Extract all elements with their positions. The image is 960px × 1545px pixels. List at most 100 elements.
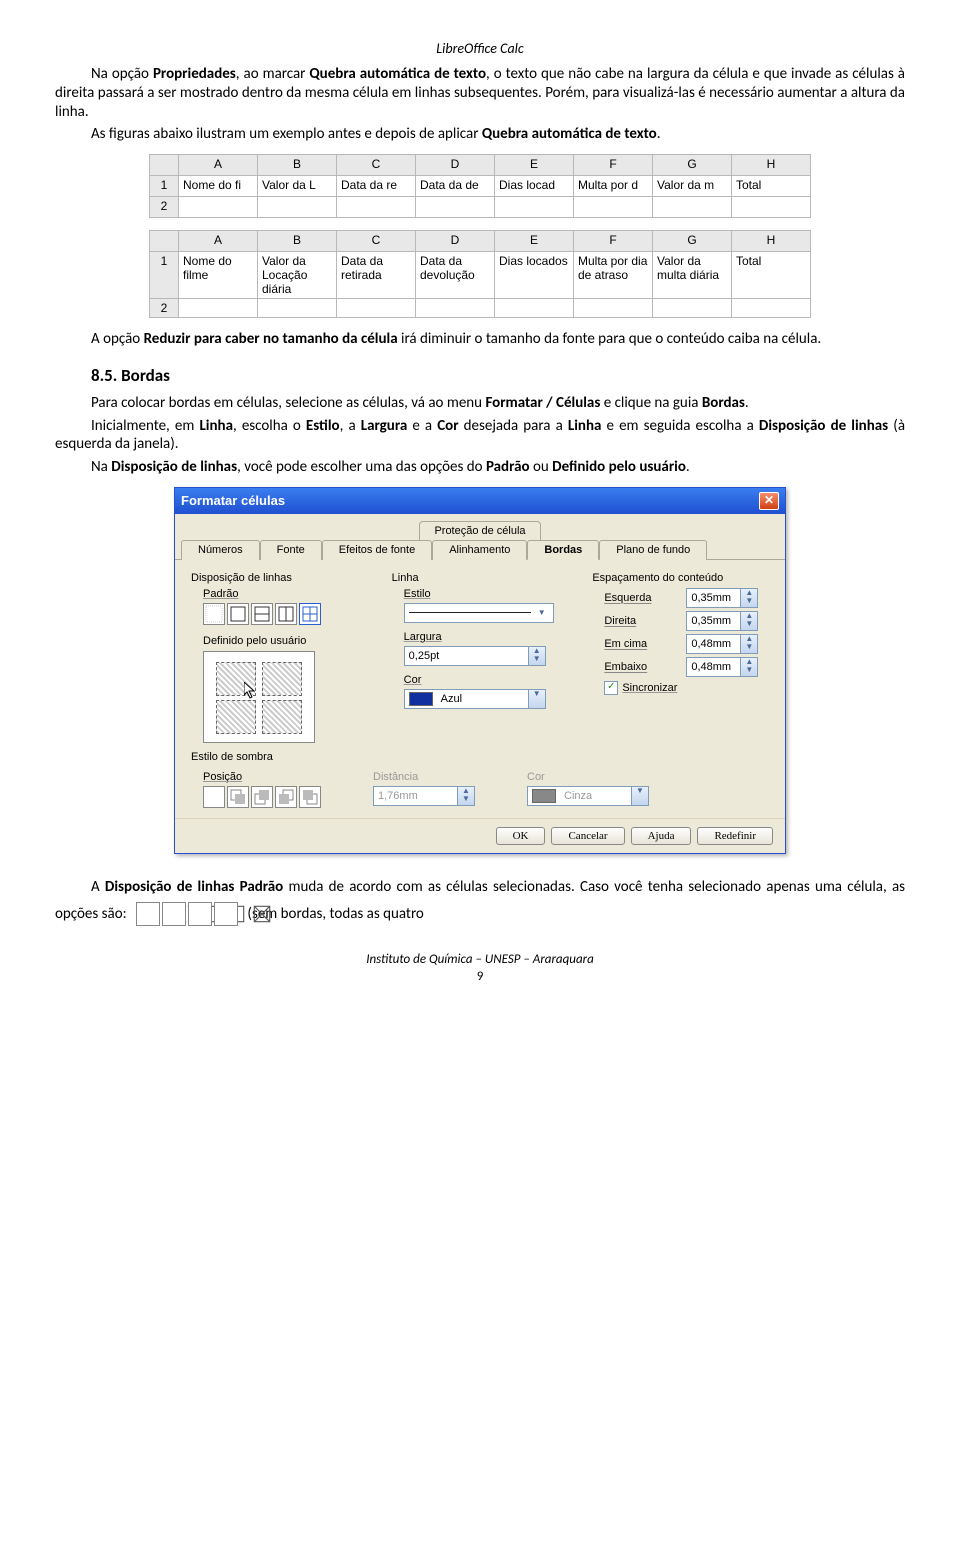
cursor-icon xyxy=(244,682,258,700)
col-header: E xyxy=(495,231,574,252)
preset-all-icon[interactable] xyxy=(299,603,321,625)
doc-header: LibreOffice Calc xyxy=(55,40,905,57)
tab-fonte[interactable]: Fonte xyxy=(260,540,322,560)
bottom-spinner[interactable]: 0,48mm▲▼ xyxy=(686,657,758,677)
text: e a xyxy=(407,417,437,435)
userdef-preview[interactable] xyxy=(203,651,315,743)
spinner-arrows-icon[interactable]: ▲▼ xyxy=(740,589,757,607)
cell: Multa por dia de atraso xyxy=(574,252,653,299)
right-spinner[interactable]: 0,35mm▲▼ xyxy=(686,611,758,631)
bold: Bordas xyxy=(702,394,745,412)
style-combo[interactable]: ▼ xyxy=(404,603,554,623)
bold: Disposição de linhas xyxy=(759,417,888,435)
help-button[interactable]: Ajuda xyxy=(631,827,692,845)
value: 1,76mm xyxy=(374,790,457,802)
close-icon[interactable]: ✕ xyxy=(759,492,779,510)
tab-protecao[interactable]: Proteção de célula xyxy=(419,521,540,540)
label-esquerda: Esquerda xyxy=(604,592,664,604)
sync-checkbox[interactable]: ✓ Sincronizar xyxy=(604,681,769,695)
paragraph-5: Inicialmente, em Linha, escolha o Estilo… xyxy=(55,417,905,455)
dialog-titlebar[interactable]: Formatar células ✕ xyxy=(175,488,785,514)
cancel-button[interactable]: Cancelar xyxy=(551,827,624,845)
bold: Estilo xyxy=(306,417,340,435)
label-direita: Direita xyxy=(604,615,664,627)
spinner-arrows-icon[interactable]: ▲▼ xyxy=(740,612,757,630)
ok-button[interactable]: OK xyxy=(496,827,546,845)
cell: Valor da m xyxy=(653,176,732,197)
text: e em seguida escolha a xyxy=(601,417,759,435)
dialog-title: Formatar células xyxy=(181,493,285,508)
shadow-none-icon[interactable] xyxy=(203,786,225,808)
text: A opção xyxy=(91,330,144,348)
label-padrao: Padrão xyxy=(203,588,368,600)
text: Na opção xyxy=(91,65,153,83)
label-largura: Largura xyxy=(404,631,569,643)
corner-cell xyxy=(150,155,179,176)
col-header: D xyxy=(416,231,495,252)
preset-none-icon[interactable] xyxy=(203,603,225,625)
shadow-bl-icon[interactable] xyxy=(275,786,297,808)
top-spinner[interactable]: 0,48mm▲▼ xyxy=(686,634,758,654)
col-header: A xyxy=(179,155,258,176)
label-estilo: Estilo xyxy=(404,588,569,600)
paragraph-7: A Disposição de linhas Padrão muda de ac… xyxy=(55,874,905,928)
page-number: 9 xyxy=(55,969,905,984)
bold: Quebra automática de texto xyxy=(309,65,486,83)
bold: Formatar / Células xyxy=(485,394,600,412)
shadow-tr-icon[interactable] xyxy=(251,786,273,808)
section-espacamento: Espaçamento do conteúdo Esquerda 0,35mm▲… xyxy=(592,572,769,743)
tab-alinhamento[interactable]: Alinhamento xyxy=(432,540,527,560)
col-header: D xyxy=(416,155,495,176)
text: ou xyxy=(530,458,553,476)
reset-button[interactable]: Redefinir xyxy=(697,827,773,845)
color-swatch-icon xyxy=(409,692,433,706)
tab-bordas[interactable]: Bordas xyxy=(527,540,599,560)
value: 0,35mm xyxy=(687,592,740,604)
label-userdef: Definido pelo usuário xyxy=(203,635,368,647)
left-spinner[interactable]: 0,35mm▲▼ xyxy=(686,588,758,608)
label-shadow-cor: Cor xyxy=(527,771,649,783)
chevron-down-icon: ▼ xyxy=(528,690,545,708)
text: irá diminuir o tamanho da fonte para que… xyxy=(398,330,822,348)
section-disposicao: Disposição de linhas Padrão Definido pel… xyxy=(191,572,368,743)
tab-plano[interactable]: Plano de fundo xyxy=(599,540,707,560)
spinner-arrows-icon[interactable]: ▲▼ xyxy=(528,647,545,665)
spreadsheet-after: A B C D E F G H 1 Nome do filme Valor da… xyxy=(149,230,811,318)
text: Para colocar bordas em células, selecion… xyxy=(91,394,485,412)
distance-spinner: 1,76mm▲▼ xyxy=(373,786,475,806)
value: 0,48mm xyxy=(687,661,740,673)
paragraph-3: A opção Reduzir para caber no tamanho da… xyxy=(55,330,905,349)
color-swatch-icon xyxy=(532,789,556,803)
cell: Valor da Locação diária xyxy=(258,252,337,299)
col-header: H xyxy=(732,155,811,176)
preset-box-h-icon[interactable] xyxy=(251,603,273,625)
cell: Dias locados xyxy=(495,252,574,299)
tab-numeros[interactable]: Números xyxy=(181,540,260,560)
label-cima: Em cima xyxy=(604,638,664,650)
width-spinner[interactable]: 0,25pt ▲▼ xyxy=(404,646,546,666)
bold: Disposição de linhas xyxy=(111,458,237,476)
paragraph-6: Na Disposição de linhas, você pode escol… xyxy=(55,458,905,477)
chevron-down-icon: ▼ xyxy=(535,608,549,617)
text: Inicialmente, em xyxy=(91,417,199,435)
bold: Padrão xyxy=(486,458,530,476)
color-combo[interactable]: Azul ▼ xyxy=(404,689,546,709)
spinner-arrows-icon[interactable]: ▲▼ xyxy=(740,658,757,676)
text: Na xyxy=(91,458,111,476)
spinner-arrows-icon[interactable]: ▲▼ xyxy=(740,635,757,653)
checkbox-checked-icon: ✓ xyxy=(604,681,618,695)
preset-box-v-icon[interactable] xyxy=(275,603,297,625)
bold: Quebra automática de texto xyxy=(482,125,657,143)
cell: Data da retirada xyxy=(337,252,416,299)
preset-box-icon[interactable] xyxy=(227,603,249,625)
text: As figuras abaixo ilustram um exemplo an… xyxy=(91,125,482,143)
col-header: B xyxy=(258,155,337,176)
col-header: G xyxy=(653,231,732,252)
label-posicao: Posição xyxy=(203,771,321,783)
bold: Linha xyxy=(199,417,233,435)
col-header: C xyxy=(337,231,416,252)
shadow-br-icon[interactable] xyxy=(227,786,249,808)
col-header: E xyxy=(495,155,574,176)
shadow-tl-icon[interactable] xyxy=(299,786,321,808)
tab-efeitos[interactable]: Efeitos de fonte xyxy=(322,540,432,560)
